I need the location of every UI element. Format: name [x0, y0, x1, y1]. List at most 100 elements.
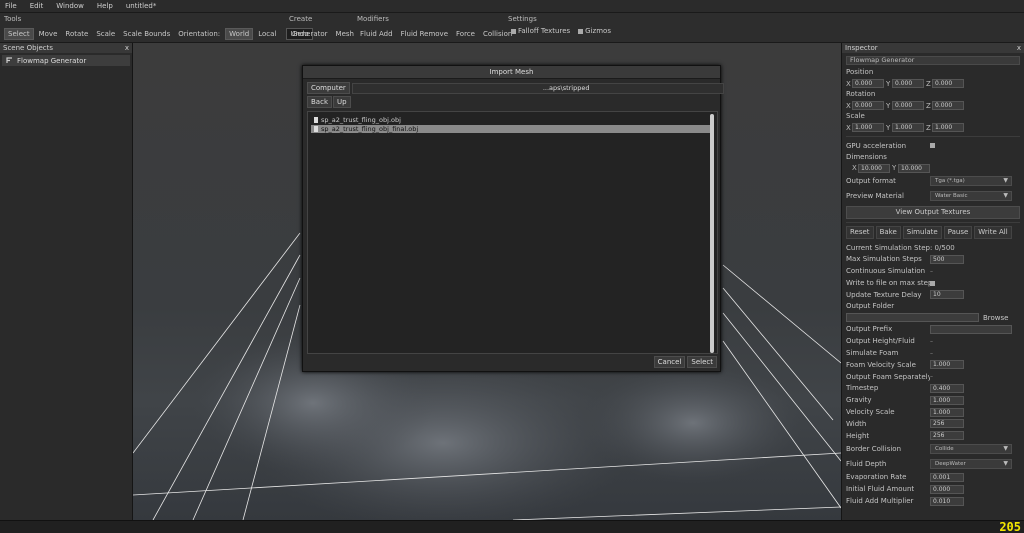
rotate-tool-button[interactable]: Rotate: [62, 28, 91, 40]
simulate-foam-label: Simulate Foam: [846, 349, 899, 358]
height-label: Height: [846, 431, 870, 440]
cancel-button[interactable]: Cancel: [653, 356, 686, 368]
fluid-add-multiplier-input[interactable]: 0.010: [930, 496, 964, 506]
cloud-shape: [583, 363, 803, 483]
view-output-textures-button[interactable]: View Output Textures: [846, 205, 1020, 219]
timestep-input[interactable]: 0.400: [930, 383, 964, 393]
fluid-add-button[interactable]: Fluid Add: [357, 28, 396, 40]
file-list: sp_a2_trust_fling_obj.obj sp_a2_trust_fl…: [307, 111, 718, 354]
select-tool-button[interactable]: Select: [4, 28, 34, 40]
close-icon[interactable]: x: [125, 44, 129, 52]
foam-velocity-scale-input[interactable]: 1.000: [930, 360, 964, 370]
initial-fluid-amount-input[interactable]: 0.000: [930, 484, 964, 494]
output-foam-separately-checkbox[interactable]: –: [930, 373, 933, 380]
scene-objects-header: Scene Objects x: [0, 43, 132, 53]
file-item[interactable]: sp_a2_trust_fling_obj.obj: [311, 116, 714, 124]
select-button[interactable]: Select: [687, 356, 717, 368]
continuous-simulation-checkbox[interactable]: –: [930, 268, 933, 275]
path-field[interactable]: ...aps\stripped: [351, 82, 724, 94]
reset-button[interactable]: Reset: [846, 225, 874, 239]
rotation-z-input[interactable]: 0.000: [932, 101, 964, 110]
gravity-input[interactable]: 1.000: [930, 395, 964, 405]
dimension-x-input[interactable]: 10.000: [858, 163, 890, 173]
rotation-x-input[interactable]: 0.000: [852, 101, 884, 110]
scale-x-input[interactable]: 1.000: [852, 123, 884, 132]
dialog-footer: Cancel Select: [652, 356, 717, 368]
border-collision-dropdown[interactable]: Collide ▼: [930, 444, 1012, 455]
position-z-input[interactable]: 0.000: [932, 79, 964, 88]
create-generator-button[interactable]: Generator: [289, 28, 331, 40]
velocity-scale-input[interactable]: 1.000: [930, 407, 964, 417]
scale-tool-button[interactable]: Scale: [93, 28, 118, 40]
chevron-down-icon: ▼: [1003, 192, 1008, 200]
world-orientation-button[interactable]: World: [225, 28, 254, 40]
object-name-field[interactable]: Flowmap Generator: [846, 56, 1020, 65]
dialog-title: Import Mesh: [303, 66, 720, 79]
output-prefix-input[interactable]: [930, 324, 1012, 334]
file-list-scrollbar[interactable]: [710, 114, 714, 353]
write-on-max-steps-checkbox[interactable]: [930, 280, 935, 286]
browse-button[interactable]: Browse: [983, 314, 1009, 322]
simulate-foam-checkbox[interactable]: –: [930, 350, 933, 357]
write-all-button[interactable]: Write All: [974, 225, 1012, 239]
inspector-header: Inspector x: [842, 43, 1024, 53]
width-input[interactable]: 256: [930, 419, 964, 429]
menu-edit[interactable]: Edit: [30, 2, 44, 10]
position-x-input[interactable]: 0.000: [852, 79, 884, 88]
evaporation-rate-input[interactable]: 0.001: [930, 472, 964, 482]
scale-y-input[interactable]: 1.000: [892, 123, 924, 132]
output-height-fluid-checkbox[interactable]: –: [930, 338, 933, 345]
create-mesh-button[interactable]: Mesh: [333, 28, 357, 40]
gravity-label: Gravity: [846, 396, 872, 405]
falloff-textures-toggle[interactable]: Falloff Textures: [508, 25, 573, 37]
output-format-dropdown[interactable]: Tga (*.tga) ▼: [930, 176, 1012, 187]
move-tool-button[interactable]: Move: [36, 28, 61, 40]
gpu-acceleration-checkbox[interactable]: [930, 143, 935, 149]
up-button[interactable]: Up: [333, 96, 351, 108]
gpu-acceleration-label: GPU acceleration: [846, 141, 907, 150]
update-texture-delay-input[interactable]: 10: [930, 290, 964, 300]
bake-button[interactable]: Bake: [875, 225, 901, 239]
pause-button[interactable]: Pause: [943, 225, 973, 239]
computer-location-button[interactable]: Computer: [307, 82, 350, 94]
max-steps-input[interactable]: 500: [930, 254, 964, 264]
scale-z-input[interactable]: 1.000: [932, 123, 964, 132]
file-name: sp_a2_trust_fling_obj_final.obj: [321, 125, 419, 133]
file-item-selected[interactable]: sp_a2_trust_fling_obj_final.obj: [311, 125, 714, 133]
modifiers-group: Modifiers Fluid Add Fluid Remove Force C…: [357, 15, 517, 40]
inspector-title: Inspector: [845, 44, 878, 52]
gizmos-label: Gizmos: [585, 27, 611, 35]
output-folder-input[interactable]: [846, 313, 979, 323]
max-steps-label: Max Simulation Steps: [846, 255, 922, 264]
menu-help[interactable]: Help: [97, 2, 113, 10]
local-orientation-button[interactable]: Local: [255, 28, 279, 40]
dimensions-label: Dimensions: [846, 152, 887, 161]
create-title: Create: [289, 15, 313, 23]
position-label: Position: [846, 68, 874, 76]
dimension-y-input[interactable]: 10.000: [898, 163, 930, 173]
fluid-depth-dropdown[interactable]: DeepWater ▼: [930, 459, 1012, 470]
checkbox-icon: [511, 28, 516, 34]
tools-group: Tools Select Move Rotate Scale Scale Bou…: [4, 15, 315, 40]
fluid-remove-button[interactable]: Fluid Remove: [398, 28, 451, 40]
menu-file[interactable]: File: [5, 2, 17, 10]
timestep-label: Timestep: [846, 384, 879, 393]
gizmos-toggle[interactable]: Gizmos: [575, 25, 614, 37]
chevron-down-icon: ▼: [1003, 445, 1008, 453]
inspector-panel: Inspector x Flowmap Generator Position X…: [841, 43, 1024, 520]
scale-bounds-tool-button[interactable]: Scale Bounds: [120, 28, 173, 40]
position-y-input[interactable]: 0.000: [892, 79, 924, 88]
height-input[interactable]: 256: [930, 431, 964, 441]
preview-material-dropdown[interactable]: Water Basic ▼: [930, 191, 1012, 202]
scene-object-item[interactable]: Flowmap Generator: [2, 55, 130, 66]
force-button[interactable]: Force: [453, 28, 478, 40]
file-icon: [314, 126, 318, 132]
menu-window[interactable]: Window: [56, 2, 84, 10]
rotation-y-input[interactable]: 0.000: [892, 101, 924, 110]
modifiers-title: Modifiers: [357, 15, 389, 23]
tools-title: Tools: [4, 15, 22, 23]
back-button[interactable]: Back: [307, 96, 332, 108]
close-icon[interactable]: x: [1017, 44, 1021, 52]
simulate-button[interactable]: Simulate: [902, 225, 942, 239]
document-title: untitled*: [125, 2, 157, 10]
